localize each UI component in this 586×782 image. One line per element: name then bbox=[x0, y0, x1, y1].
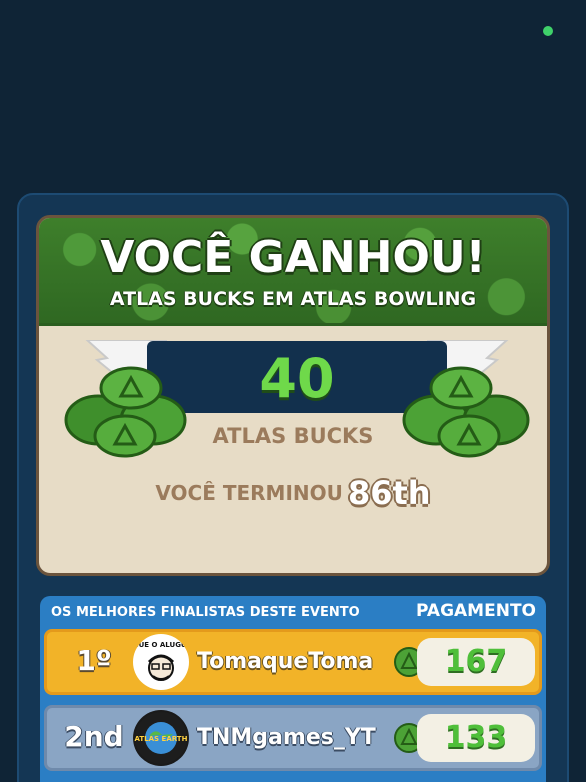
payout-column-header: PAGAMENTO bbox=[416, 601, 536, 621]
finish-rank: 86th bbox=[347, 474, 431, 512]
reward-card: VOCÊ GANHOU! ATLAS BUCKS EM ATLAS BOWLIN… bbox=[36, 215, 550, 576]
avatar-logo-text: ATLAS EARTH bbox=[135, 735, 188, 743]
reward-title: VOCÊ GANHOU! bbox=[100, 232, 486, 283]
finish-position: VOCÊ TERMINOU 86th bbox=[39, 474, 547, 512]
leaderboard-header: OS MELHORES FINALISTAS DESTE EVENTO PAGA… bbox=[40, 596, 546, 628]
reward-subtitle: ATLAS BUCKS EM ATLAS BOWLING bbox=[109, 288, 477, 310]
leaderboard-row[interactable]: 1º PAGUE O ALUGUEL! TomaqueToma 167 bbox=[44, 629, 542, 695]
player-avatar: ATLAS EARTH bbox=[133, 710, 189, 766]
avatar-caricature-icon: PAGUE O ALUGUEL! bbox=[133, 641, 189, 681]
payout-amount: 133 bbox=[417, 714, 535, 762]
avatar-logo-text: PAGUE O ALUGUEL! bbox=[133, 641, 189, 649]
row-rank: 2nd bbox=[64, 720, 124, 753]
player-avatar: PAGUE O ALUGUEL! bbox=[133, 634, 189, 690]
finish-label: VOCÊ TERMINOU bbox=[155, 481, 343, 505]
player-name: TomaqueToma bbox=[197, 649, 374, 674]
payout-amount: 167 bbox=[417, 638, 535, 686]
status-indicator-dot bbox=[543, 26, 553, 36]
player-name: TNMgames_YT bbox=[197, 725, 376, 750]
leaderboard-title: OS MELHORES FINALISTAS DESTE EVENTO bbox=[51, 605, 360, 620]
reward-banner: VOCÊ GANHOU! ATLAS BUCKS EM ATLAS BOWLIN… bbox=[39, 218, 547, 326]
currency-label: ATLAS BUCKS bbox=[212, 424, 374, 448]
leaderboard: OS MELHORES FINALISTAS DESTE EVENTO PAGA… bbox=[40, 596, 546, 782]
leaderboard-row[interactable]: 2nd ATLAS EARTH TNMgames_YT 133 bbox=[44, 705, 542, 771]
avatar-atlas-earth-logo-icon: ATLAS EARTH bbox=[135, 712, 188, 764]
row-rank: 1º bbox=[76, 644, 112, 677]
